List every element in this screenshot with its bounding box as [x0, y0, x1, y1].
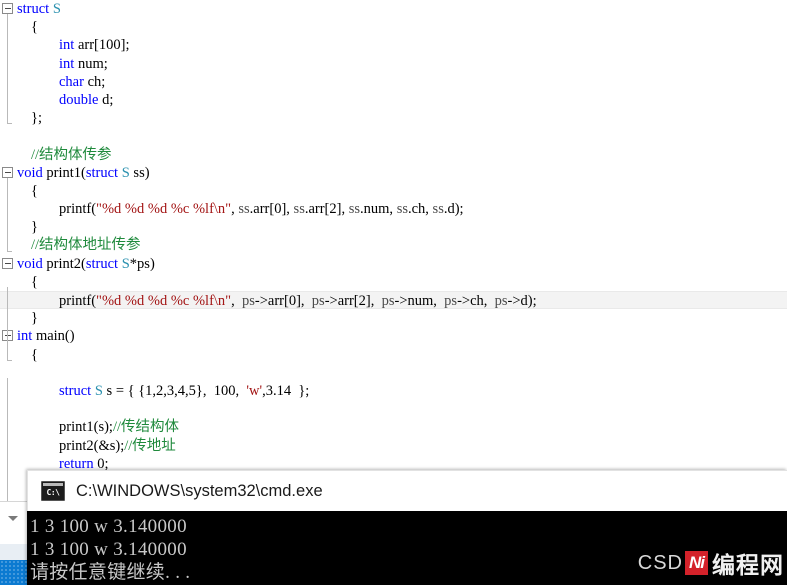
code-line[interactable]	[0, 400, 787, 418]
fold-guide-line	[7, 378, 8, 506]
code-line-text: int num;	[59, 55, 108, 72]
console-titlebar[interactable]: C:\ C:\WINDOWS\system32\cmd.exe	[27, 470, 787, 511]
code-line[interactable]: struct S	[0, 0, 787, 18]
code-line-text: {	[31, 182, 38, 199]
taskbar-corner[interactable]	[0, 560, 28, 585]
horizontal-scrollbar[interactable]	[0, 544, 29, 560]
watermark-suffix: 编程网	[712, 552, 784, 578]
fold-guide-foot	[7, 250, 12, 252]
code-line[interactable]: int num;	[0, 55, 787, 73]
code-line[interactable]: //结构体传参	[0, 146, 787, 164]
code-line-text: }	[31, 310, 38, 327]
code-line[interactable]: }	[0, 309, 787, 327]
code-line[interactable]: void print2(struct S*ps)	[0, 255, 787, 273]
code-line[interactable]: int main()	[0, 327, 787, 345]
code-line-text: void print1(struct S ss)	[17, 164, 150, 181]
code-line-text: void print2(struct S*ps)	[17, 255, 155, 272]
code-line[interactable]: print1(s);//传结构体	[0, 418, 787, 436]
fold-collapse-icon[interactable]	[2, 166, 13, 178]
watermark-logo-icon: Ni	[685, 551, 708, 575]
code-line-text: char ch;	[59, 73, 106, 90]
chevron-down-icon[interactable]	[8, 516, 18, 521]
editor-dropdown-panel[interactable]	[0, 501, 29, 544]
code-line-text: printf("%d %d %d %c %lf\n", ss.arr[0], s…	[59, 201, 464, 218]
fold-guide-line	[7, 177, 8, 251]
code-line[interactable]	[0, 127, 787, 145]
code-line[interactable]: //结构体地址传参	[0, 236, 787, 254]
code-line[interactable]: print2(&s);//传地址	[0, 437, 787, 455]
code-line-text: double d;	[59, 91, 114, 108]
code-line-text: struct S s = { {1,2,3,4,5}, 100, 'w',3.1…	[59, 382, 310, 399]
code-line-text: int arr[100];	[59, 37, 130, 54]
code-line[interactable]: {	[0, 273, 787, 291]
watermark: CSD Ni 编程网	[637, 549, 784, 578]
code-line-text: print2(&s);//传地址	[59, 437, 176, 454]
fold-guide-line	[7, 14, 8, 124]
code-lines-container[interactable]: struct S{int arr[100]; int num; char ch; do…	[0, 0, 787, 491]
code-line-text: //结构体传参	[31, 146, 112, 163]
watermark-prefix: CSD	[637, 551, 683, 574]
fold-guide-foot	[7, 359, 12, 361]
code-line-text: {	[31, 273, 38, 290]
code-line-text: {	[31, 19, 38, 36]
code-line[interactable]: double d;	[0, 91, 787, 109]
code-line[interactable]: printf("%d %d %d %c %lf\n", ps->arr[0], …	[0, 291, 787, 310]
fold-collapse-icon[interactable]	[2, 257, 13, 269]
fold-guide-foot	[7, 123, 12, 125]
code-line-text: //结构体地址传参	[31, 237, 141, 254]
code-line-text: printf("%d %d %d %c %lf\n", ps->arr[0], …	[59, 293, 537, 309]
cmd-icon-label: C:\	[46, 488, 60, 497]
code-line[interactable]: {	[0, 182, 787, 200]
fold-collapse-icon[interactable]	[2, 3, 13, 14]
code-line-text: {	[31, 346, 38, 363]
code-line-text: print1(s);//传结构体	[59, 419, 180, 436]
code-line[interactable]: int arr[100];	[0, 36, 787, 54]
code-line-text: }	[31, 219, 38, 236]
cmd-icon: C:\	[41, 481, 65, 501]
console-output-line: 1 3 100 w 3.140000	[30, 516, 187, 537]
code-line[interactable]: {	[0, 18, 787, 36]
fold-guide-line	[7, 287, 8, 360]
console-title: C:\WINDOWS\system32\cmd.exe	[76, 481, 323, 500]
code-line[interactable]: };	[0, 109, 787, 127]
code-line[interactable]: char ch;	[0, 73, 787, 91]
code-line[interactable]	[0, 364, 787, 382]
code-line[interactable]: {	[0, 346, 787, 364]
code-line[interactable]: printf("%d %d %d %c %lf\n", ss.arr[0], s…	[0, 200, 787, 218]
code-line[interactable]: }	[0, 218, 787, 236]
code-line[interactable]: void print1(struct S ss)	[0, 164, 787, 182]
code-line[interactable]: struct S s = { {1,2,3,4,5}, 100, 'w',3.1…	[0, 382, 787, 400]
